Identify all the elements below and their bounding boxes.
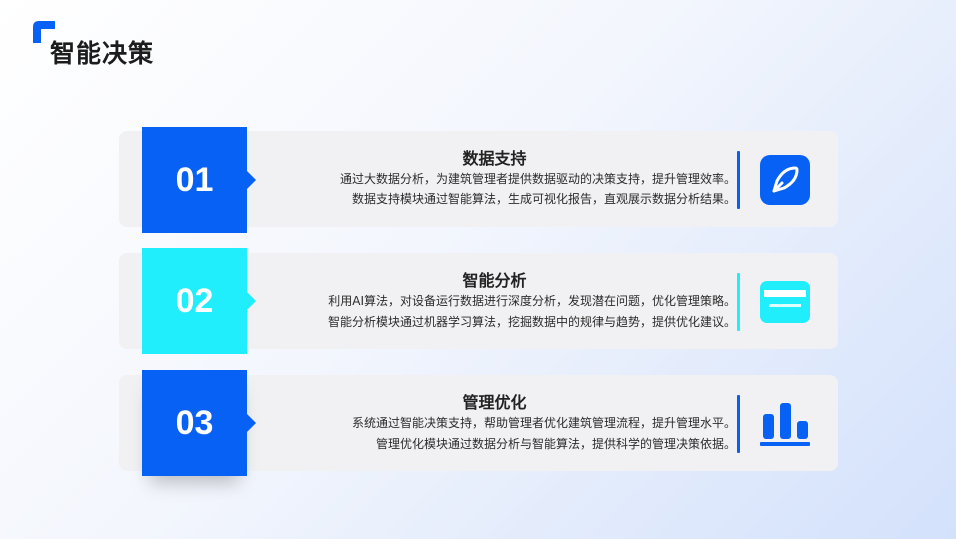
card-title-management-optimization: 管理优化: [462, 393, 527, 412]
card-divider: [737, 395, 740, 453]
card-title-smart-analysis: 智能分析: [462, 271, 527, 290]
card-icon: [760, 281, 810, 323]
card-divider: [737, 151, 740, 209]
number-badge-01: 01: [142, 127, 256, 233]
number-badge-02: 02: [142, 248, 256, 354]
card-divider: [737, 273, 740, 331]
page-title: 智能决策: [50, 39, 155, 68]
card-text-line: 利用AI算法，对设备运行数据进行深度分析，发现潜在问题，优化管理策略。: [328, 294, 736, 308]
card-text-line: 系统通过智能决策支持，帮助管理者优化建筑管理流程，提升管理水平。: [351, 416, 736, 430]
card-title-data-support: 数据支持: [462, 149, 527, 168]
bar-chart-icon: [760, 403, 810, 446]
card-text-line: 智能分析模块通过机器学习算法，挖掘数据中的规律与趋势，提供优化建议。: [327, 315, 736, 329]
pen-icon: [760, 155, 810, 205]
card-text-line: 管理优化模块通过数据分析与智能算法，提供科学的管理决策依据。: [375, 437, 736, 451]
card-text-line: 数据支持模块通过智能算法，生成可视化报告，直观展示数据分析结果。: [351, 192, 736, 206]
card-text-line: 通过大数据分析，为建筑管理者提供数据驱动的决策支持，提升管理效率。: [339, 172, 736, 186]
number-badge-03: 03: [142, 370, 256, 476]
